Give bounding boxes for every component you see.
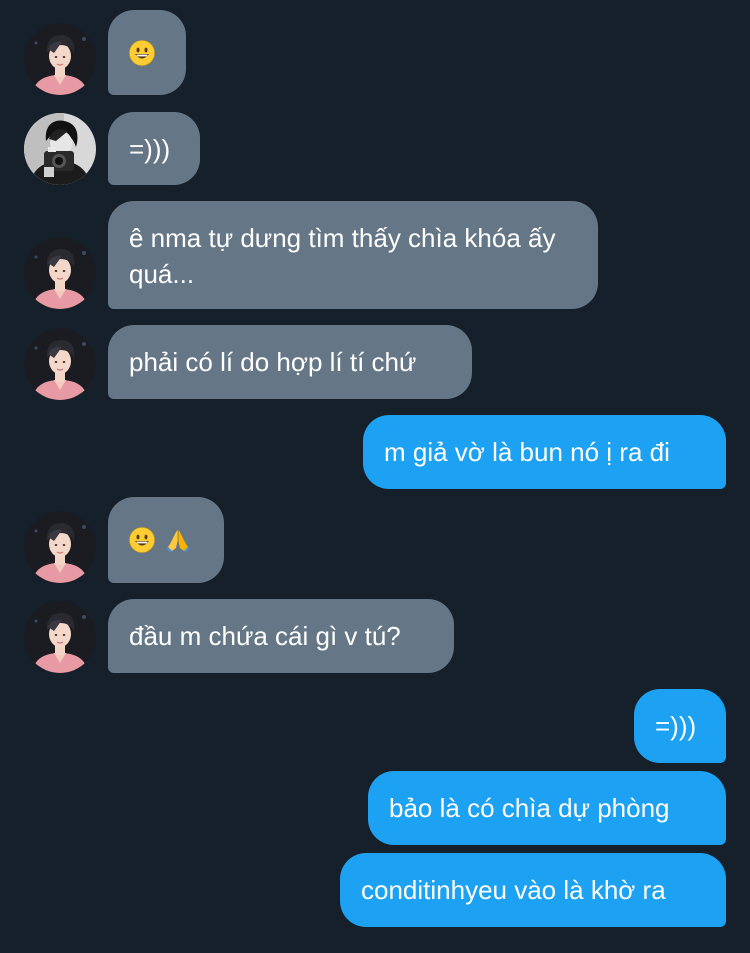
message-text: bảo là có chìa dự phòng [389, 793, 670, 823]
message-text: =))) [129, 133, 171, 164]
message-text: ê nma tự dưng tìm thấy chìa khóa ấy quá.… [129, 223, 556, 289]
received-message-bubble[interactable] [108, 10, 186, 95]
pink-avatar[interactable] [24, 328, 96, 400]
message-text: =))) [655, 711, 697, 741]
message-text: phải có lí do hợp lí tí chứ [129, 347, 417, 377]
received-message-bubble[interactable] [108, 497, 224, 583]
grinning-face-icon [129, 527, 155, 553]
pink-avatar[interactable] [24, 511, 96, 583]
sent-message-bubble[interactable]: bảo là có chìa dự phòng [368, 771, 726, 845]
sent-message-bubble[interactable]: =))) [634, 689, 726, 763]
received-message-bubble[interactable]: =))) [108, 112, 200, 185]
grinning-face-icon [129, 40, 155, 66]
received-message-bubble[interactable]: ê nma tự dưng tìm thấy chìa khóa ấy quá.… [108, 201, 598, 309]
pink-avatar[interactable] [24, 601, 96, 673]
message-text: conditinhyeu vào là khờ ra [361, 875, 666, 905]
received-message-bubble[interactable]: phải có lí do hợp lí tí chứ [108, 325, 472, 399]
message-text: m giả vờ là bun nó ị ra đi [384, 437, 670, 467]
folded-hands-icon [165, 527, 191, 553]
pink-avatar[interactable] [24, 23, 96, 95]
pink-avatar[interactable] [24, 237, 96, 309]
sent-message-bubble[interactable]: conditinhyeu vào là khờ ra [340, 853, 726, 927]
received-message-bubble[interactable]: đầu m chứa cái gì v tú? [108, 599, 454, 673]
bw-camera-avatar[interactable] [24, 113, 96, 185]
message-text: đầu m chứa cái gì v tú? [129, 621, 401, 651]
sent-message-bubble[interactable]: m giả vờ là bun nó ị ra đi [363, 415, 726, 489]
